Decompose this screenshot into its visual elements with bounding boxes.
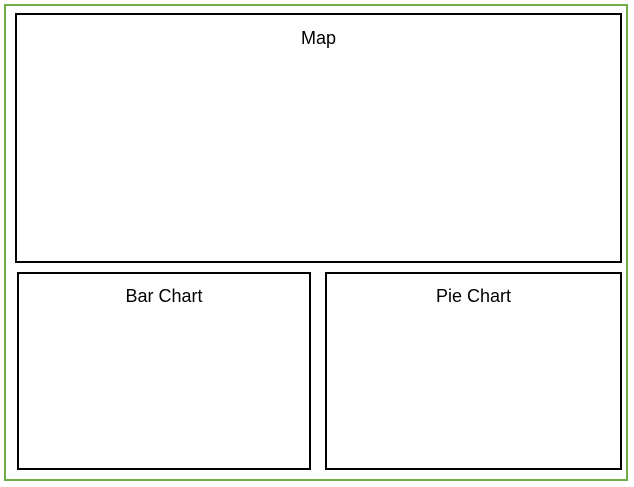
pie-chart-panel-label: Pie Chart xyxy=(435,286,512,306)
pie-chart-panel: Pie Chart xyxy=(325,272,622,470)
map-panel-label: Map xyxy=(300,28,336,48)
bar-chart-panel: Bar Chart xyxy=(17,272,311,470)
bar-chart-panel-label: Bar Chart xyxy=(125,286,203,306)
map-panel: Map xyxy=(15,13,622,263)
